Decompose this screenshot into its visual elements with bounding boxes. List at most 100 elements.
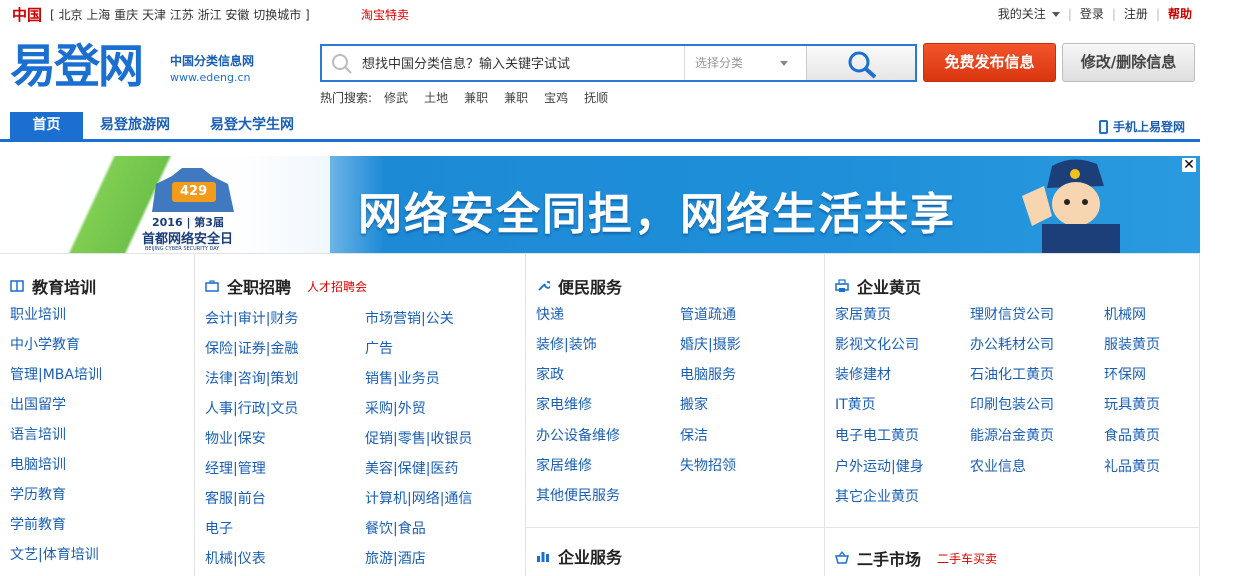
category-link[interactable]: 学前教育 bbox=[10, 514, 66, 534]
category-link[interactable]: 其他便民服务 bbox=[536, 485, 620, 505]
emblem-name: 首都网络安全日 bbox=[142, 232, 234, 247]
category-link[interactable]: 家居维修 bbox=[536, 455, 592, 475]
phone-icon bbox=[1098, 119, 1108, 134]
category-link[interactable]: 户外运动|健身 bbox=[835, 456, 924, 476]
divider: | bbox=[1111, 6, 1116, 21]
category-link[interactable]: 快递 bbox=[536, 304, 564, 324]
category-link[interactable]: 计算机|网络|通信 bbox=[365, 488, 472, 508]
hot-keyword[interactable]: 修武 bbox=[384, 89, 408, 106]
category-link[interactable]: 促销|零售|收银员 bbox=[365, 428, 472, 448]
hot-keyword[interactable]: 兼职 bbox=[504, 89, 528, 106]
my-follow-menu[interactable]: 我的关注 bbox=[998, 5, 1060, 22]
hot-keyword[interactable]: 兼职 bbox=[464, 89, 488, 106]
category-link[interactable]: 影视文化公司 bbox=[835, 334, 919, 354]
category-link[interactable]: 保险|证券|金融 bbox=[205, 338, 298, 358]
tab-home[interactable]: 首页 bbox=[10, 112, 83, 139]
category-link[interactable]: 电脑服务 bbox=[680, 364, 736, 384]
hot-keyword[interactable]: 抚顺 bbox=[584, 89, 608, 106]
city-switcher[interactable]: [ 北京 上海 重庆 天津 江苏 浙江 安徽 切换城市 ] bbox=[50, 6, 310, 23]
edit-delete-button[interactable]: 修改/删除信息 bbox=[1062, 43, 1195, 82]
section-title: 便民服务 bbox=[536, 274, 622, 298]
category-link[interactable]: 印刷包装公司 bbox=[970, 394, 1054, 414]
category-link[interactable]: 家居黄页 bbox=[835, 304, 891, 324]
category-link[interactable]: 农业信息 bbox=[970, 456, 1026, 476]
category-link[interactable]: 会计|审计|财务 bbox=[205, 308, 298, 328]
category-link[interactable]: 经理|管理 bbox=[205, 458, 266, 478]
category-link[interactable]: 保洁 bbox=[680, 425, 708, 445]
site-logo[interactable]: 易登网 bbox=[10, 40, 144, 92]
search-input[interactable] bbox=[362, 54, 672, 74]
category-link[interactable]: 销售|业务员 bbox=[365, 368, 440, 388]
section-title: 全职招聘 人才招聘会 bbox=[205, 274, 367, 298]
mobile-site-link[interactable]: 手机上易登网 bbox=[1098, 118, 1185, 135]
category-link[interactable]: IT黄页 bbox=[835, 394, 876, 414]
category-link[interactable]: 装修|装饰 bbox=[536, 334, 597, 354]
category-link[interactable]: 管理|MBA培训 bbox=[10, 364, 102, 384]
help-link[interactable]: 帮助 bbox=[1168, 5, 1192, 22]
wrench-icon bbox=[538, 281, 550, 291]
category-link[interactable]: 机械网 bbox=[1104, 304, 1146, 324]
taobao-link[interactable]: 淘宝特卖 bbox=[361, 6, 409, 23]
category-link[interactable]: 职业培训 bbox=[10, 304, 66, 324]
category-select[interactable]: 选择分类 bbox=[684, 46, 806, 80]
category-link[interactable]: 出国留学 bbox=[10, 394, 66, 414]
category-link[interactable]: 旅游|酒店 bbox=[365, 548, 426, 568]
category-link[interactable]: 物业|保安 bbox=[205, 428, 266, 448]
section-title: 教育培训 bbox=[10, 274, 96, 298]
category-link[interactable]: 玩具黄页 bbox=[1104, 394, 1160, 414]
category-link[interactable]: 美容|保健|医药 bbox=[365, 458, 458, 478]
hot-keyword[interactable]: 宝鸡 bbox=[544, 89, 568, 106]
category-link[interactable]: 理财信贷公司 bbox=[970, 304, 1054, 324]
publish-button[interactable]: 免费发布信息 bbox=[923, 43, 1056, 82]
job-fair-link[interactable]: 人才招聘会 bbox=[307, 278, 367, 295]
close-icon[interactable]: ✕ bbox=[1182, 158, 1196, 172]
top-bar: 中国 [ 北京 上海 重庆 天津 江苏 浙江 安徽 切换城市 ] 淘宝特卖 我的… bbox=[0, 0, 1200, 26]
category-link[interactable]: 礼品黄页 bbox=[1104, 456, 1160, 476]
category-link[interactable]: 采购|外贸 bbox=[365, 398, 426, 418]
category-link[interactable]: 机械|仪表 bbox=[205, 548, 266, 568]
category-link[interactable]: 能源冶金黄页 bbox=[970, 425, 1054, 445]
category-link[interactable]: 食品黄页 bbox=[1104, 425, 1160, 445]
login-link[interactable]: 登录 bbox=[1080, 5, 1104, 22]
category-link[interactable]: 其它企业黄页 bbox=[835, 486, 919, 506]
used-car-link[interactable]: 二手车买卖 bbox=[937, 550, 997, 567]
category-link[interactable]: 管道疏通 bbox=[680, 304, 736, 324]
category-link[interactable]: 市场营销|公关 bbox=[365, 308, 454, 328]
category-link[interactable]: 办公设备维修 bbox=[536, 425, 620, 445]
category-link[interactable]: 学历教育 bbox=[10, 484, 66, 504]
briefcase-icon bbox=[205, 280, 219, 292]
category-link[interactable]: 家电维修 bbox=[536, 394, 592, 414]
category-link[interactable]: 电子电工黄页 bbox=[835, 425, 919, 445]
category-link[interactable]: 客服|前台 bbox=[205, 488, 266, 508]
tab-university[interactable]: 易登大学生网 bbox=[210, 112, 294, 139]
category-link[interactable]: 电子 bbox=[205, 518, 233, 538]
tab-travel[interactable]: 易登旅游网 bbox=[100, 112, 170, 139]
hot-keyword[interactable]: 土地 bbox=[424, 89, 448, 106]
category-link[interactable]: 失物招领 bbox=[680, 455, 736, 475]
category-link[interactable]: 中小学教育 bbox=[10, 334, 80, 354]
category-link[interactable]: 家政 bbox=[536, 364, 564, 384]
category-link[interactable]: 服装黄页 bbox=[1104, 334, 1160, 354]
category-link[interactable]: 语言培训 bbox=[10, 424, 66, 444]
category-link[interactable]: 装修建材 bbox=[835, 364, 891, 384]
search-bar: 选择分类 bbox=[320, 44, 917, 82]
hot-searches-label: 热门搜索: bbox=[320, 91, 373, 105]
category-link[interactable]: 婚庆|摄影 bbox=[680, 334, 741, 354]
basket-icon bbox=[835, 551, 849, 564]
category-link[interactable]: 文艺|体育培训 bbox=[10, 544, 99, 564]
register-link[interactable]: 注册 bbox=[1124, 5, 1148, 22]
promo-banner[interactable]: 429 2016 | 第3届 首都网络安全日 BEIJING CYBER SEC… bbox=[0, 156, 1200, 253]
category-link[interactable]: 电脑培训 bbox=[10, 454, 66, 474]
current-country[interactable]: 中国 bbox=[12, 4, 42, 25]
category-link[interactable]: 法律|咨询|策划 bbox=[205, 368, 298, 388]
category-link[interactable]: 石油化工黄页 bbox=[970, 364, 1054, 384]
category-link[interactable]: 餐饮|食品 bbox=[365, 518, 426, 538]
category-link[interactable]: 人事|行政|文员 bbox=[205, 398, 298, 418]
main-nav: 首页 易登旅游网 易登大学生网 手机上易登网 bbox=[0, 112, 1200, 142]
category-link[interactable]: 环保网 bbox=[1104, 364, 1146, 384]
category-link[interactable]: 广告 bbox=[365, 338, 393, 358]
category-link[interactable]: 搬家 bbox=[680, 394, 708, 414]
category-link[interactable]: 办公耗材公司 bbox=[970, 334, 1054, 354]
site-slogan: 中国分类信息网 www.edeng.cn bbox=[170, 52, 254, 84]
search-button[interactable] bbox=[806, 46, 915, 80]
